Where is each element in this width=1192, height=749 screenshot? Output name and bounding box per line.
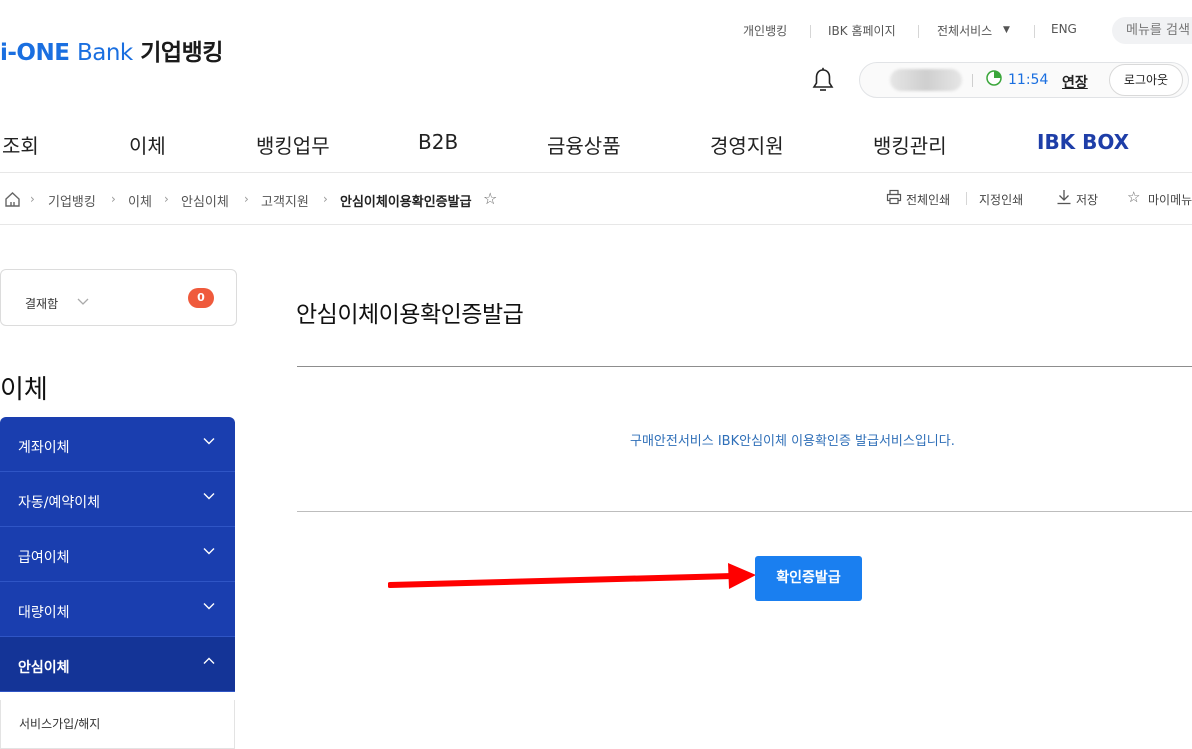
timer-icon	[986, 70, 1002, 86]
logo-brand: i-ONE	[0, 40, 70, 66]
approval-count-badge: 0	[188, 288, 214, 308]
session-divider	[972, 74, 973, 87]
logo-bank: Bank	[76, 40, 133, 66]
save-button[interactable]: 저장	[1076, 191, 1098, 208]
sidebar-item-safe-transfer[interactable]: 안심이체	[0, 637, 235, 692]
print-selected-button[interactable]: 지정인쇄	[979, 191, 1023, 208]
gnb-management-support[interactable]: 경영지원	[710, 130, 784, 159]
util-divider	[810, 25, 811, 38]
sidebar-item-label: 대량이체	[18, 605, 70, 621]
sidebar-item-auto-scheduled-transfer[interactable]: 자동/예약이체	[0, 472, 235, 527]
menu-search-input[interactable]: 메뉴를 검색	[1112, 17, 1192, 44]
content-divider	[297, 511, 1192, 512]
session-bar: 11:54 연장 로그아웃	[859, 62, 1189, 98]
sidebar-subitem-service-join-cancel[interactable]: 서비스가입/해지	[0, 700, 235, 749]
chevron-down-icon	[203, 493, 215, 500]
breadcrumb-item[interactable]: 안심이체	[181, 191, 229, 210]
session-time: 11:54	[1008, 72, 1049, 88]
gnb-ibk-box[interactable]: IBK BOX	[1037, 130, 1129, 154]
home-icon[interactable]	[4, 191, 21, 208]
breadcrumb-chevron-icon: ›	[323, 192, 328, 206]
issue-certificate-button[interactable]: 확인증발급	[755, 556, 862, 601]
breadcrumb-chevron-icon: ›	[164, 192, 169, 206]
sidebar-item-label: 안심이체	[18, 660, 70, 676]
breadcrumb-item[interactable]: 고객지원	[261, 191, 309, 210]
approval-box-label: 결재함	[25, 297, 59, 311]
breadcrumb-divider	[0, 224, 1192, 225]
my-menu-button[interactable]: 마이메뉴	[1148, 191, 1192, 208]
sidebar-item-label: 계좌이체	[18, 440, 70, 456]
logo-korean: 기업뱅킹	[140, 40, 223, 66]
download-icon[interactable]	[1056, 189, 1072, 205]
breadcrumb-chevron-icon: ›	[111, 192, 116, 206]
logout-button[interactable]: 로그아웃	[1109, 64, 1183, 96]
sidebar-item-label: 급여이체	[18, 550, 70, 566]
gnb-divider	[0, 172, 1192, 173]
my-menu-star-icon[interactable]: ☆	[1127, 188, 1140, 206]
util-all-services[interactable]: 전체서비스	[937, 22, 992, 39]
sidebar-item-account-transfer[interactable]: 계좌이체	[0, 417, 235, 472]
chevron-up-icon	[203, 657, 215, 664]
approval-box[interactable]: 결재함 0	[0, 269, 237, 326]
gnb-banking-management[interactable]: 뱅킹관리	[873, 130, 947, 159]
extend-session-link[interactable]: 연장	[1062, 72, 1088, 92]
breadcrumb-chevron-icon: ›	[30, 192, 35, 206]
print-all-button[interactable]: 전체인쇄	[906, 191, 950, 208]
gnb-inquiry[interactable]: 조회	[2, 130, 39, 159]
gnb-transfer[interactable]: 이체	[129, 130, 166, 159]
sidebar-title: 이체	[0, 375, 48, 405]
sidebar-item-payroll-transfer[interactable]: 급여이체	[0, 527, 235, 582]
logo[interactable]: i-ONE Bank 기업뱅킹	[0, 33, 223, 67]
util-english[interactable]: ENG	[1051, 22, 1077, 36]
util-divider	[918, 25, 919, 38]
title-divider	[297, 366, 1192, 367]
print-icon[interactable]	[886, 189, 902, 205]
gnb-b2b[interactable]: B2B	[418, 130, 458, 154]
user-name-masked	[890, 69, 962, 91]
gnb-financial-products[interactable]: 금융상품	[547, 130, 621, 159]
chevron-down-icon	[203, 603, 215, 610]
breadcrumb-chevron-icon: ›	[244, 192, 249, 206]
chevron-down-icon	[203, 438, 215, 445]
bell-icon[interactable]	[812, 67, 834, 93]
gnb-banking-tasks[interactable]: 뱅킹업무	[256, 130, 330, 159]
chevron-down-icon	[77, 298, 89, 305]
sidebar-subitem-label: 서비스가입/해지	[19, 717, 101, 731]
util-ibk-homepage[interactable]: IBK 홈페이지	[828, 22, 896, 39]
sidebar-menu: 계좌이체 자동/예약이체 급여이체 대량이체 안심이체	[0, 417, 235, 692]
breadcrumb-current: 안심이체이용확인증발급	[340, 195, 472, 210]
favorite-star-icon[interactable]: ☆	[483, 189, 497, 208]
sidebar-item-bulk-transfer[interactable]: 대량이체	[0, 582, 235, 637]
page-title: 안심이체이용확인증발급	[296, 302, 524, 328]
util-personal-banking[interactable]: 개인뱅킹	[743, 22, 787, 39]
red-arrow-annotation-icon	[388, 563, 756, 589]
breadcrumb-item[interactable]: 이체	[128, 191, 152, 210]
chevron-down-icon	[203, 548, 215, 555]
service-description: 구매안전서비스 IBK안심이체 이용확인증 발급서비스입니다.	[630, 434, 955, 449]
caret-down-icon: ▼	[1003, 25, 1010, 35]
sidebar-item-label: 자동/예약이체	[18, 495, 100, 511]
util-divider	[1034, 25, 1035, 38]
tool-divider	[966, 192, 967, 205]
breadcrumb-item[interactable]: 기업뱅킹	[48, 191, 96, 210]
